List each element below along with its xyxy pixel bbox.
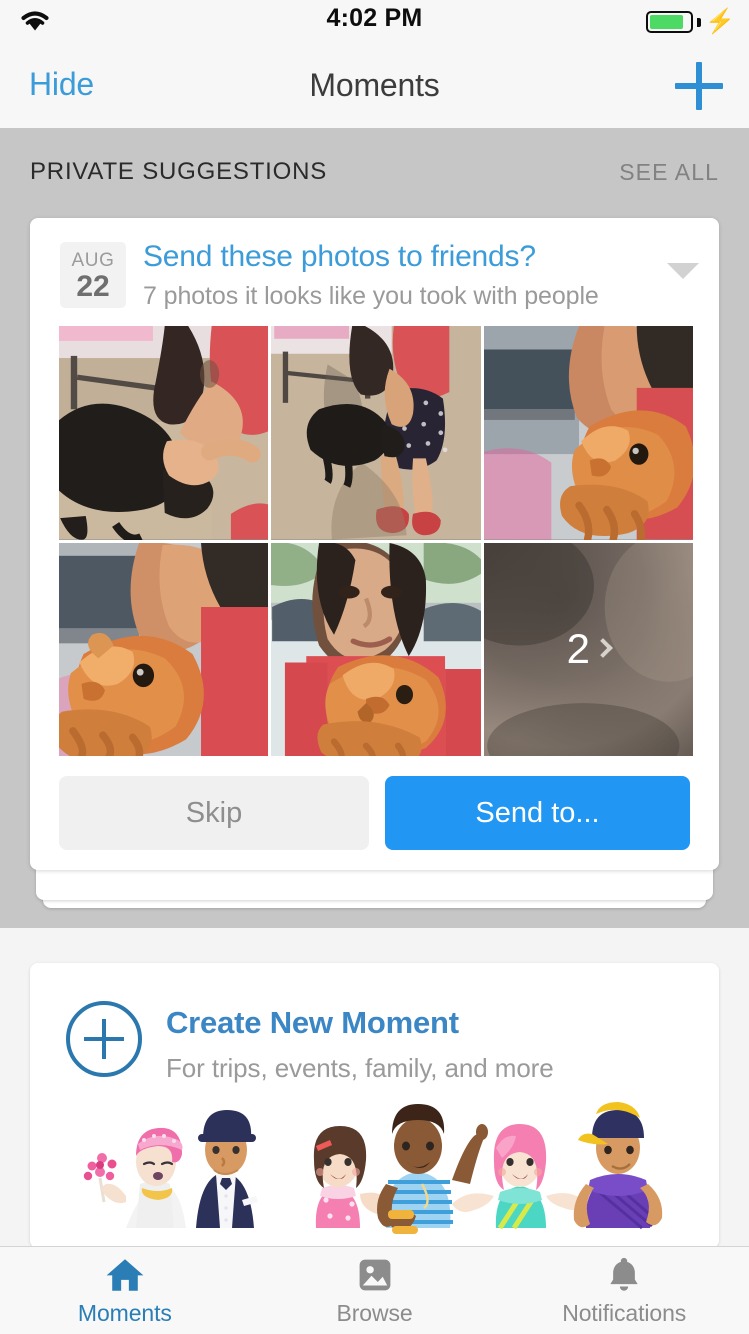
- tab-label-notifications: Notifications: [562, 1300, 687, 1326]
- more-photos-overlay[interactable]: 2: [484, 543, 693, 757]
- photo-icon: [359, 1259, 390, 1291]
- date-month: AUG: [71, 250, 115, 271]
- photo-thumbnail[interactable]: [59, 542, 269, 756]
- tab-bar: Moments Browse Notifications: [0, 1246, 749, 1334]
- lightning-bolt-icon: ⚡: [705, 8, 735, 35]
- plus-circle-icon[interactable]: [66, 1001, 142, 1077]
- caret-down-icon[interactable]: [667, 263, 699, 279]
- skip-button[interactable]: Skip: [59, 776, 369, 850]
- send-to-button[interactable]: Send to...: [385, 776, 690, 850]
- tab-moments[interactable]: Moments: [0, 1247, 250, 1334]
- nav-bar: Hide Moments: [0, 44, 749, 128]
- chevron-right-icon: [593, 638, 613, 659]
- suggestion-title[interactable]: Send these photos to friends?: [143, 240, 536, 274]
- page-title: Moments: [309, 67, 440, 103]
- status-bar: 4:02 PM ⚡: [0, 0, 749, 44]
- photo-thumbnail[interactable]: [483, 326, 693, 540]
- status-bar-right: ⚡: [646, 10, 735, 34]
- suggestion-card-header: AUG 22 Send these photos to friends? 7 p…: [30, 218, 719, 334]
- battery-cap: [697, 17, 702, 27]
- plus-icon[interactable]: [675, 62, 723, 110]
- photo-thumbnail[interactable]: [271, 326, 481, 540]
- suggestion-card[interactable]: AUG 22 Send these photos to friends? 7 p…: [30, 218, 719, 870]
- private-suggestions-panel: PRIVATE SUGGESTIONS SEE ALL AUG 22 Send …: [0, 111, 749, 928]
- tab-browse[interactable]: Browse: [250, 1247, 500, 1334]
- create-moment-title[interactable]: Create New Moment: [166, 1005, 459, 1041]
- suggestion-card-actions: Skip Send to...: [30, 776, 719, 870]
- bell-icon: [610, 1257, 638, 1291]
- app-root: 4:02 PM ⚡ Hide Moments PRIVATE SUGGESTIO…: [0, 0, 749, 1334]
- battery-full-icon: [646, 11, 694, 33]
- panel-header: PRIVATE SUGGESTIONS SEE ALL: [0, 158, 749, 188]
- suggestion-subtitle: 7 photos it looks like you took with peo…: [143, 282, 599, 310]
- tab-notifications[interactable]: Notifications: [499, 1247, 749, 1334]
- section-title: PRIVATE SUGGESTIONS: [30, 158, 328, 185]
- status-time: 4:02 PM: [326, 4, 423, 32]
- photo-thumbnail-more[interactable]: 2: [483, 542, 693, 757]
- photo-thumbnail[interactable]: [271, 542, 481, 756]
- more-photos-count: 2: [566, 625, 590, 673]
- photo-thumbnail[interactable]: [59, 326, 269, 540]
- create-moment-subtitle: For trips, events, family, and more: [166, 1053, 554, 1083]
- home-icon: [106, 1259, 144, 1291]
- date-day: 22: [76, 270, 110, 303]
- see-all-button[interactable]: SEE ALL: [619, 159, 719, 186]
- create-moment-card[interactable]: Create New Moment For trips, events, fam…: [30, 963, 719, 1248]
- date-badge: AUG 22: [60, 242, 126, 308]
- tab-label-browse: Browse: [336, 1300, 413, 1326]
- create-moment-section: Create New Moment For trips, events, fam…: [0, 928, 749, 1248]
- group-of-people-illustration: [30, 1088, 719, 1248]
- photo-grid: 2: [59, 326, 693, 756]
- tab-label-moments: Moments: [77, 1300, 172, 1326]
